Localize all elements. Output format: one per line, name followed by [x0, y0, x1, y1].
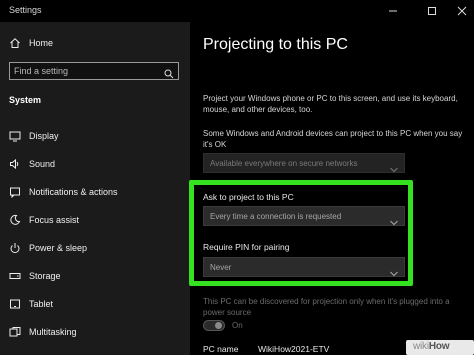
toggle-knob: [215, 322, 222, 329]
watermark-text: wikiHow: [413, 341, 450, 352]
search-box[interactable]: [9, 62, 179, 80]
sidebar-item-label: Notifications & actions: [29, 187, 118, 197]
sidebar-item-power-sleep[interactable]: Power & sleep: [0, 238, 190, 260]
close-icon[interactable]: [449, 2, 474, 20]
display-icon: [9, 130, 21, 142]
sidebar-item-label: Tablet: [29, 299, 54, 309]
pc-name-label: PC name: [203, 344, 239, 354]
focus-assist-icon: [9, 214, 21, 226]
sidebar-item-label: Sound: [29, 159, 56, 169]
title-bar: Settings: [0, 0, 474, 22]
sound-icon: [9, 158, 21, 170]
tablet-icon: [9, 298, 21, 310]
intro-text: Project your Windows phone or PC to this…: [203, 94, 458, 114]
sidebar-item-label: Display: [29, 131, 59, 141]
pc-name-value: WikiHow2021-ETV: [258, 344, 330, 354]
sidebar-item-display[interactable]: Display: [0, 126, 190, 148]
availability-text: Some Windows and Android devices can pro…: [203, 129, 463, 149]
search-icon[interactable]: [164, 66, 174, 84]
sidebar-item-label: Home: [29, 38, 54, 48]
sidebar-item-sound[interactable]: Sound: [0, 154, 190, 176]
availability-dropdown[interactable]: Available everywhere on secure networks: [203, 153, 405, 173]
section-heading-system: System: [9, 95, 42, 105]
multitasking-icon: [9, 326, 21, 338]
power-source-toggle[interactable]: [203, 320, 225, 331]
watermark-text-light: wiki: [413, 341, 429, 352]
settings-window: Settings Home System D: [0, 0, 474, 355]
availability-value: Available everywhere on secure networks: [210, 159, 358, 168]
sidebar-item-multitasking[interactable]: Multitasking: [0, 322, 190, 344]
sidebar: Home System Display Sound Notifica: [0, 22, 190, 355]
storage-icon: [9, 270, 21, 282]
sidebar-item-notifications[interactable]: Notifications & actions: [0, 182, 190, 204]
sidebar-item-storage[interactable]: Storage: [0, 266, 190, 288]
wikihow-watermark: wikiHow: [406, 340, 474, 355]
highlight-box: [189, 180, 413, 286]
sidebar-item-label: Multitasking: [29, 327, 77, 337]
notifications-icon: [9, 186, 21, 198]
maximize-icon[interactable]: [419, 2, 445, 20]
chevron-down-icon: [390, 160, 398, 178]
home-icon: [9, 37, 21, 49]
watermark-text-bold: How: [428, 341, 450, 352]
sidebar-item-focus-assist[interactable]: Focus assist: [0, 210, 190, 232]
power-icon: [9, 242, 21, 254]
window-title: Settings: [9, 5, 42, 15]
search-input[interactable]: [14, 64, 154, 78]
minimize-icon[interactable]: [380, 2, 406, 20]
sidebar-item-tablet[interactable]: Tablet: [0, 294, 190, 316]
sidebar-item-label: Power & sleep: [29, 243, 88, 253]
page-title: Projecting to this PC: [203, 36, 348, 53]
sidebar-item-home[interactable]: Home: [0, 33, 190, 55]
power-source-text: This PC can be discovered for projection…: [203, 297, 450, 317]
sidebar-item-label: Storage: [29, 271, 61, 281]
toggle-label: On: [232, 321, 243, 330]
sidebar-item-label: Focus assist: [29, 215, 80, 225]
